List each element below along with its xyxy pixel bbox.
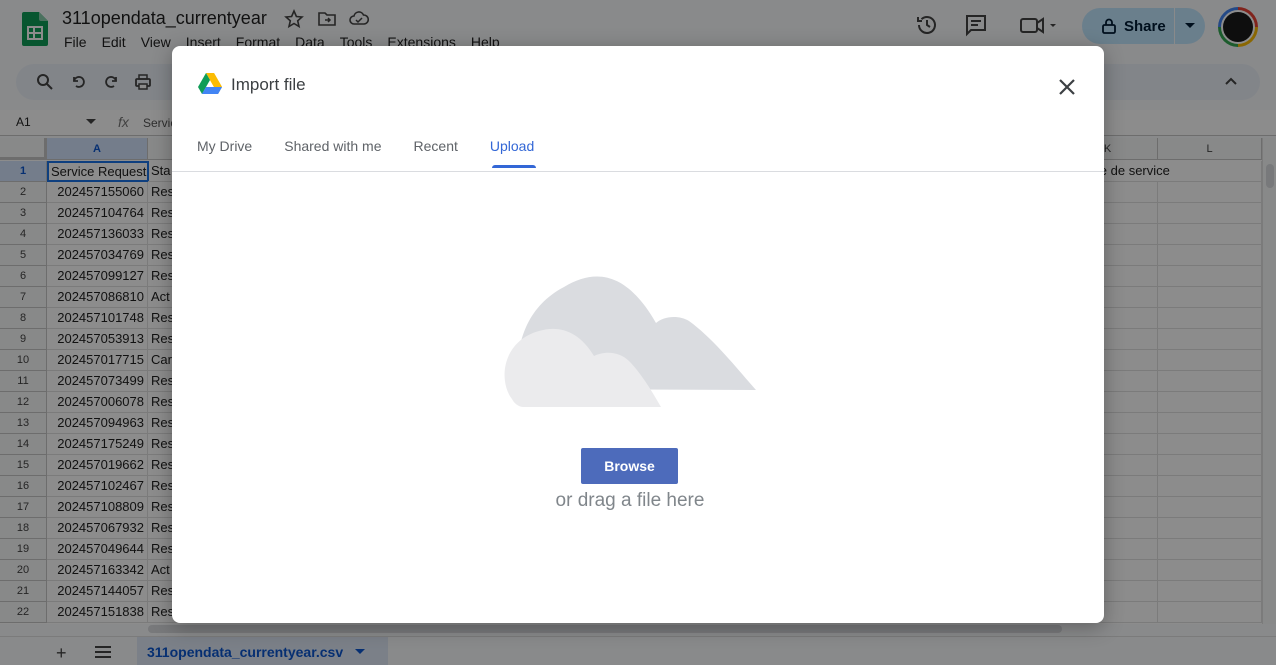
google-drive-logo-icon (198, 73, 222, 94)
dialog-title: Import file (231, 75, 306, 94)
tab-recent[interactable]: Recent (414, 138, 458, 168)
tab-my-drive[interactable]: My Drive (197, 138, 252, 168)
tab-divider (172, 171, 1104, 172)
cloud-upload-illustration (504, 276, 756, 407)
import-file-dialog: Import file My Drive Shared with me Rece… (172, 46, 1104, 623)
browse-button[interactable]: Browse (581, 448, 678, 484)
tab-shared-with-me[interactable]: Shared with me (284, 138, 381, 168)
close-icon[interactable] (1056, 76, 1078, 98)
dialog-tabs: My Drive Shared with me Recent Upload (197, 138, 566, 168)
tab-upload[interactable]: Upload (490, 138, 537, 168)
drag-drop-hint: or drag a file here (555, 490, 705, 511)
